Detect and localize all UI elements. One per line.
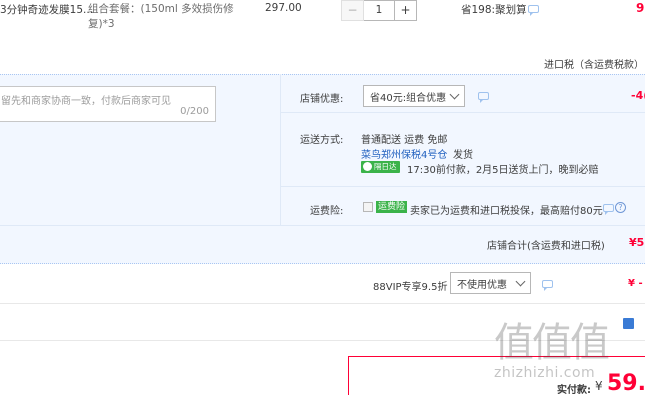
- shop-discount-select[interactable]: 省40元:组合优惠: [363, 85, 465, 107]
- insurance-label: 运费险:: [310, 206, 344, 217]
- shipping-ship-text: 发货: [453, 150, 473, 161]
- unit-price: 297.00: [265, 2, 302, 14]
- message-placeholder: 留先和商家协商一致，付款后商家可见: [1, 96, 171, 107]
- qty-input[interactable]: 1: [364, 0, 394, 21]
- vip-selected: 不使用优惠: [457, 279, 507, 291]
- pay-currency: ¥: [595, 379, 603, 393]
- shipping-method: 普通配送 运费 免邮: [361, 135, 448, 146]
- row-divider: [0, 340, 645, 341]
- shop-discount-selected: 省40元:组合优惠: [370, 92, 447, 104]
- help-icon[interactable]: ?: [615, 202, 626, 213]
- shipping-promise: 17:30前付款，2月5日送货上门，晚到必赔: [407, 165, 599, 176]
- vip-amount: ¥ -: [628, 278, 643, 289]
- shop-discount-label: 店铺优惠:: [300, 94, 344, 105]
- pay-amount: 59.0: [607, 371, 645, 395]
- panel-row-divider: [280, 186, 645, 187]
- item-title[interactable]: 3分钟奇迹发膜15...: [0, 2, 93, 17]
- message-icon[interactable]: [542, 280, 553, 291]
- vip-discount-select[interactable]: 不使用优惠: [450, 272, 531, 294]
- shipping-warehouse[interactable]: 菜鸟郑州保税4号仓: [361, 146, 447, 161]
- panel-divider: [280, 74, 281, 225]
- buyer-message-textarea[interactable]: 留先和商家协商一致，付款后商家可见 0/200: [0, 86, 216, 122]
- item-sku: 组合套餐：(150ml 多效损伤修复)*3: [88, 3, 234, 30]
- vip-label: 88VIP专享9.5折: [373, 282, 448, 293]
- import-tax-note: 进口税（含运费税款）: [544, 60, 644, 71]
- message-icon[interactable]: [603, 204, 614, 215]
- item-subtotal: 9: [636, 1, 645, 15]
- pay-summary-box: 实付款: ¥ 59.0: [348, 356, 645, 395]
- shop-total-label: 店铺合计(含运费和进口税): [487, 241, 605, 252]
- shop-total-amount: ¥5: [629, 236, 645, 249]
- pay-label: 实付款:: [557, 385, 591, 395]
- check-icon: [363, 162, 372, 171]
- qty-minus-button[interactable]: −: [341, 0, 364, 21]
- insurance-text: 卖家已为运费和进口税投保，最高赔付80元: [410, 206, 603, 217]
- chevron-down-icon: [515, 276, 526, 287]
- quantity-stepper: − 1 +: [341, 0, 417, 21]
- shipping-label: 运送方式:: [300, 135, 344, 146]
- shop-discount-amount: -4(: [631, 89, 645, 102]
- option-checkbox[interactable]: [623, 318, 634, 329]
- chevron-down-icon: [449, 89, 460, 100]
- row-divider: [0, 303, 645, 304]
- panel-row-divider: [0, 225, 645, 226]
- next-day-badge: 隔日达: [361, 161, 400, 173]
- panel-row-divider: [280, 112, 645, 113]
- message-icon[interactable]: [478, 92, 489, 103]
- item-discount-note: 省198:聚划算: [461, 4, 527, 16]
- insurance-checkbox[interactable]: [363, 202, 373, 212]
- message-icon[interactable]: [528, 5, 539, 16]
- message-counter: 0/200: [180, 106, 209, 117]
- qty-plus-button[interactable]: +: [394, 0, 417, 21]
- insurance-badge: 运费险: [376, 201, 408, 213]
